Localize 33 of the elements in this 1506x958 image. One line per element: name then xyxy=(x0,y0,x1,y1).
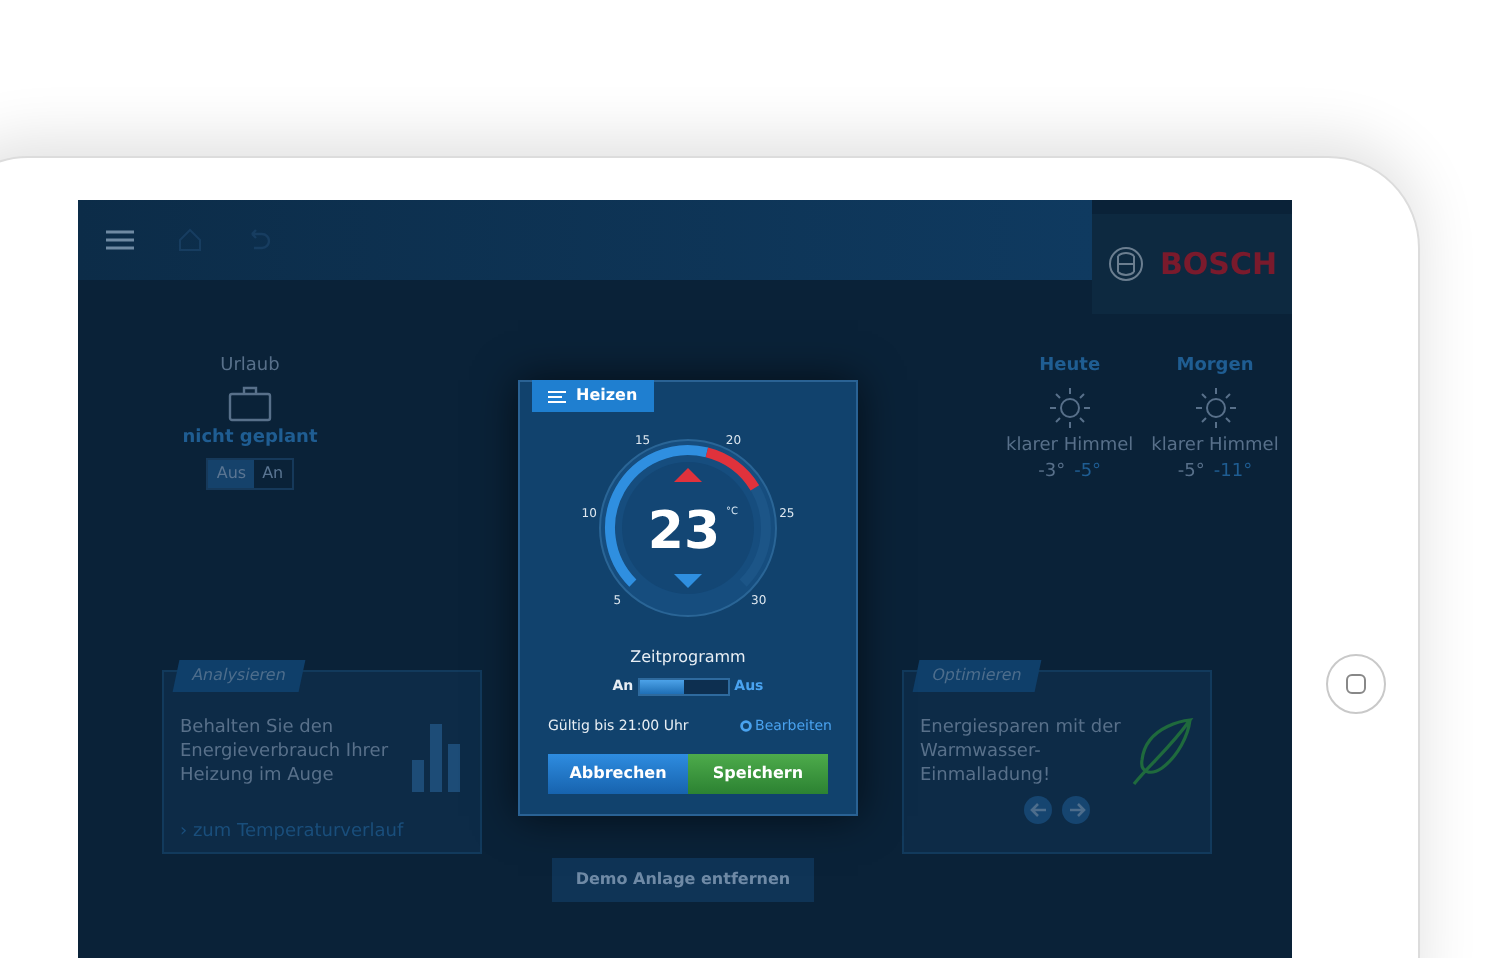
increase-arrow-icon[interactable] xyxy=(674,468,702,482)
logo-emblem-icon xyxy=(1108,246,1144,282)
weather-day: Morgen xyxy=(1176,354,1254,381)
remove-demo-button[interactable]: Demo Anlage entfernen xyxy=(551,857,815,902)
low-temperature: -5° xyxy=(1074,460,1102,486)
radiator-icon xyxy=(548,389,566,403)
cancel-button[interactable]: Abbrechen xyxy=(548,754,688,794)
section-title: Urlaub xyxy=(220,354,280,380)
home-button[interactable] xyxy=(1325,654,1385,714)
temperature-value: 23 xyxy=(647,502,721,562)
weather-condition: klarer Himmel xyxy=(1006,433,1134,459)
leaf-icon xyxy=(1130,715,1194,788)
high-temperature: -5° xyxy=(1177,460,1205,486)
decrease-arrow-icon[interactable] xyxy=(674,574,702,588)
weather-condition: klarer Himmel xyxy=(1151,433,1279,459)
schedule-label: Zeitprogramm xyxy=(628,646,748,670)
menu-icon[interactable] xyxy=(106,230,134,250)
brand-logo: BOSCH xyxy=(1160,243,1278,286)
card-text: Behalten Sie den Energieverbrauch Ihrer Heizung im Auge xyxy=(180,715,390,791)
vacation-status: nicht geplant xyxy=(182,426,318,452)
toggle-option[interactable]: Aus xyxy=(208,459,255,488)
schedule-switch[interactable] xyxy=(637,677,730,696)
toggle-option[interactable]: An xyxy=(254,459,292,488)
suitcase-icon xyxy=(228,385,272,422)
weather-day: Heute xyxy=(1039,354,1101,381)
card-text: Energiesparen mit der Warmwasser-Einmalladung! xyxy=(920,715,1123,789)
gear-icon xyxy=(739,719,752,732)
low-temperature: -11° xyxy=(1213,460,1253,486)
dialog-title: Heizen xyxy=(576,384,638,408)
sun-icon xyxy=(1195,387,1235,427)
sun-icon xyxy=(1049,387,1090,427)
high-temperature: -3° xyxy=(1038,460,1066,486)
save-button[interactable]: Speichern xyxy=(688,754,828,794)
